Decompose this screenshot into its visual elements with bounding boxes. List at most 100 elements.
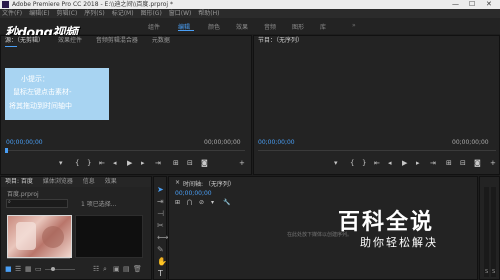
clip-thumbnail[interactable]: [7, 215, 72, 258]
tab-source[interactable]: 源：（无剪辑）: [5, 37, 44, 44]
program-go-in-icon[interactable]: ⇤: [374, 159, 380, 167]
go-to-out-icon[interactable]: ⇥: [155, 159, 161, 167]
thumbnail-progress: [7, 258, 70, 259]
source-playhead[interactable]: [5, 148, 8, 153]
audio-meter-left: [484, 187, 489, 277]
linked-select-icon[interactable]: ⊘: [199, 199, 204, 206]
icon-view-icon[interactable]: ▦: [25, 265, 32, 273]
menu-marker[interactable]: 标记(M): [112, 10, 134, 17]
timeline-timecode[interactable]: 00;00;00;00: [175, 190, 212, 197]
new-item-icon[interactable]: ▤: [123, 265, 130, 273]
tip-line-2: 将其拖动到时间轴中: [9, 102, 72, 110]
tab-effects[interactable]: 效果: [105, 178, 117, 185]
solo-right-icon[interactable]: S: [492, 269, 495, 275]
find-icon[interactable]: ⌕: [103, 265, 107, 274]
razor-icon[interactable]: ✂: [157, 221, 164, 230]
step-forward-icon[interactable]: ▸: [141, 159, 145, 167]
program-monitor-panel: 节目：（无序列） 00;00;00;00 00;00;00;00 ▾ { } ⇤…: [253, 35, 500, 175]
selection-tool-icon[interactable]: ➤: [157, 185, 164, 194]
tab-timeline[interactable]: 时间轴: （无序列）: [183, 179, 235, 188]
clear-icon[interactable]: 🗑: [133, 265, 142, 273]
overwrite-icon[interactable]: ⊟: [187, 159, 193, 167]
menu-file[interactable]: 文件(F): [2, 10, 22, 17]
workspace-assembly[interactable]: 组件: [148, 22, 160, 31]
program-go-out-icon[interactable]: ⇥: [430, 159, 436, 167]
source-scrub-bar[interactable]: [5, 150, 245, 151]
nest-icon[interactable]: ⊞: [175, 199, 180, 206]
type-icon[interactable]: T: [158, 269, 163, 278]
insert-icon[interactable]: ⊞: [173, 159, 179, 167]
maximize-button[interactable]: ☐: [469, 0, 475, 9]
workspace-color[interactable]: 颜色: [208, 22, 220, 31]
new-bin-icon[interactable]: ▣: [113, 265, 120, 273]
source-timecode-duration: 00;00;00;00: [204, 139, 241, 146]
add-marker-icon[interactable]: ▾: [211, 199, 214, 206]
program-bracket-out-icon[interactable]: }: [362, 159, 366, 167]
minimize-button[interactable]: —: [452, 0, 459, 9]
audio-meter-panel: S S: [479, 176, 500, 280]
program-timecode-current[interactable]: 00;00;00;00: [258, 139, 295, 146]
program-add-button-icon[interactable]: +: [490, 159, 496, 167]
program-bracket-in-icon[interactable]: {: [350, 159, 354, 167]
tab-effect-controls[interactable]: 效果控件: [58, 37, 82, 44]
workspace-graphics[interactable]: 图形: [292, 22, 304, 31]
wrench-icon[interactable]: 🔧: [223, 199, 230, 206]
add-button-icon[interactable]: +: [239, 159, 245, 167]
snap-icon[interactable]: ⋂: [187, 199, 192, 206]
go-to-in-icon[interactable]: ⇤: [99, 159, 105, 167]
mark-in-bracket-icon[interactable]: {: [75, 159, 79, 167]
workspace-bar: 秒dong视频 组件 编辑 颜色 效果 音频 图形 库 »: [0, 18, 500, 41]
active-tab-underline: [5, 46, 17, 47]
tab-media-browser[interactable]: 媒体浏览器: [43, 178, 73, 185]
freeform-view-icon[interactable]: ▭: [35, 265, 42, 273]
slip-icon[interactable]: ⟷: [157, 233, 168, 242]
workspace-libraries[interactable]: 库: [320, 22, 326, 31]
search-input[interactable]: [6, 199, 68, 208]
project-path: 百度.prproj: [7, 191, 39, 198]
list-view-icon[interactable]: ☰: [15, 265, 21, 273]
workspace-effects[interactable]: 效果: [236, 22, 248, 31]
lock-icon[interactable]: ■: [5, 265, 12, 273]
tab-project[interactable]: 项目: 百度: [5, 178, 33, 185]
menu-sequence[interactable]: 序列(S): [84, 10, 105, 17]
timeline-close-icon[interactable]: ×: [175, 179, 180, 186]
play-icon[interactable]: ▶: [127, 159, 132, 167]
program-scrub-bar[interactable]: [258, 150, 496, 151]
window-title: Adobe Premiere Pro CC 2018 - E:\\迪之间\\百度…: [12, 1, 173, 8]
tools-panel: ➤ ⇥ ⊣ ✂ ⟷ ✎ ✋ T: [153, 176, 168, 280]
step-back-icon[interactable]: ◂: [113, 159, 117, 167]
menu-graphics[interactable]: 图形(G): [140, 10, 161, 17]
menu-help[interactable]: 帮助(H): [198, 10, 219, 17]
program-mark-in-icon[interactable]: ▾: [334, 159, 338, 167]
track-select-icon[interactable]: ⇥: [157, 197, 164, 206]
menu-clip[interactable]: 剪辑(C): [56, 10, 77, 17]
solo-left-icon[interactable]: S: [485, 269, 488, 275]
tab-info[interactable]: 信息: [83, 178, 95, 185]
mark-out-bracket-icon[interactable]: }: [87, 159, 91, 167]
program-export-frame-icon[interactable]: ◙: [474, 159, 481, 167]
tab-metadata[interactable]: 元数据: [152, 37, 170, 44]
program-play-icon[interactable]: ▶: [402, 159, 407, 167]
pen-icon[interactable]: ✎: [157, 245, 164, 254]
zoom-slider-handle[interactable]: [51, 267, 55, 271]
lift-icon[interactable]: ⊞: [446, 159, 452, 167]
menu-edit[interactable]: 编辑(E): [29, 10, 49, 17]
source-timecode-current[interactable]: 00;00;00;00: [6, 139, 43, 146]
export-frame-icon[interactable]: ◙: [201, 159, 208, 167]
tip-line-1: 鼠标左键点击素材-: [13, 88, 72, 96]
tab-program[interactable]: 节目：（无序列）: [258, 37, 303, 44]
program-step-back-icon[interactable]: ◂: [388, 159, 392, 167]
menu-window[interactable]: 窗口(W): [169, 10, 192, 17]
ripple-edit-icon[interactable]: ⊣: [157, 209, 164, 218]
extract-icon[interactable]: ⊟: [460, 159, 466, 167]
program-step-forward-icon[interactable]: ▸: [416, 159, 420, 167]
hand-icon[interactable]: ✋: [157, 257, 167, 266]
mark-in-icon[interactable]: ▾: [59, 159, 63, 167]
tab-audio-clip-mixer[interactable]: 音频剪辑混合器: [96, 37, 138, 44]
workspace-overflow-icon[interactable]: »: [352, 22, 356, 29]
close-button[interactable]: ✕: [486, 0, 492, 9]
automate-icon[interactable]: ☷: [93, 265, 99, 273]
title-bar: Adobe Premiere Pro CC 2018 - E:\\迪之间\\百度…: [0, 0, 500, 9]
zoom-slider[interactable]: [45, 269, 75, 270]
workspace-audio[interactable]: 音频: [264, 22, 276, 31]
